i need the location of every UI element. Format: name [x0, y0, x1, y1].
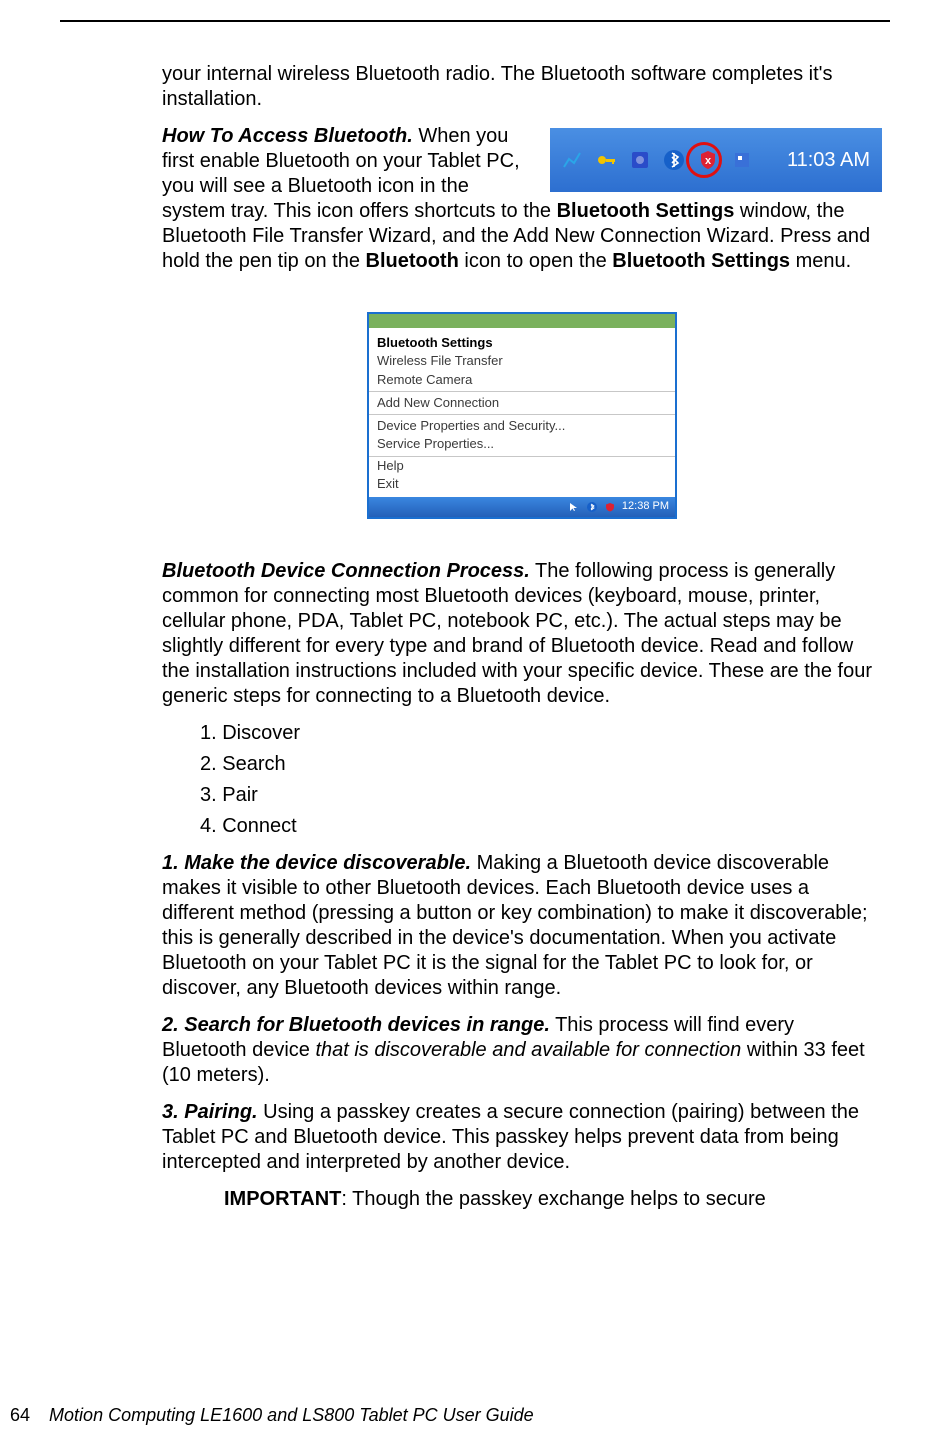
- important-paragraph: IMPORTANT: Though the passkey exchange h…: [224, 1187, 882, 1212]
- systray-screenshot: x 11:03 AM: [550, 128, 882, 192]
- menu-item-devprops: Device Properties and Security...: [369, 417, 675, 435]
- howto-text4: menu.: [790, 250, 851, 272]
- intro-continuation: your internal wireless Bluetooth radio. …: [162, 62, 882, 112]
- svg-text:x: x: [705, 155, 712, 167]
- step-discover: 1. Discover: [200, 721, 882, 746]
- howto-bold1: Bluetooth Settings: [557, 200, 735, 222]
- step-pair: 3. Pair: [200, 783, 882, 808]
- menu-item-exit: Exit: [369, 475, 675, 493]
- system-tray: x 11:03 AM: [550, 128, 882, 192]
- menu-clock: 12:38 PM: [622, 500, 669, 514]
- step3-paragraph: 3. Pairing. Using a passkey creates a se…: [162, 1100, 882, 1175]
- menu-item-settings: Bluetooth Settings: [369, 334, 675, 352]
- howto-text3: icon to open the: [459, 250, 612, 272]
- context-menu-screenshot: Bluetooth Settings Wireless File Transfe…: [162, 312, 882, 519]
- menu-item-add: Add New Connection: [369, 394, 675, 412]
- process-text: The following process is generally commo…: [162, 560, 872, 707]
- fw-icon: [728, 146, 756, 174]
- menu-item-svcprops: Service Properties...: [369, 435, 675, 453]
- book-title: Motion Computing LE1600 and LS800 Tablet…: [49, 1405, 534, 1425]
- page-footer: 64 Motion Computing LE1600 and LS800 Tab…: [10, 1405, 534, 1426]
- steps-list: 1. Discover 2. Search 3. Pair 4. Connect: [200, 721, 882, 839]
- page-content: your internal wireless Bluetooth radio. …: [162, 62, 882, 1212]
- step3-heading: 3. Pairing.: [162, 1101, 258, 1123]
- mini-bluetooth-icon: [586, 501, 598, 513]
- process-paragraph: Bluetooth Device Connection Process. The…: [162, 559, 882, 709]
- menu-body: Bluetooth Settings Wireless File Transfe…: [369, 328, 675, 497]
- tray-clock: 11:03 AM: [787, 148, 870, 173]
- page-number: 64: [10, 1405, 30, 1425]
- step1-paragraph: 1. Make the device discoverable. Making …: [162, 851, 882, 1001]
- menu-top-band: [369, 314, 675, 328]
- menu-item-camera: Remote Camera: [369, 371, 675, 389]
- step-search: 2. Search: [200, 752, 882, 777]
- network-icon: [558, 146, 586, 174]
- mini-shield-icon: [604, 501, 616, 513]
- square-icon: [626, 146, 654, 174]
- important-text: : Though the passkey exchange helps to s…: [341, 1188, 765, 1210]
- howto-heading: How To Access Bluetooth.: [162, 125, 413, 147]
- important-label: IMPORTANT: [224, 1188, 341, 1210]
- step1-text: Making a Bluetooth device discoverable m…: [162, 852, 868, 999]
- menu-taskbar: 12:38 PM: [369, 497, 675, 517]
- step-connect: 4. Connect: [200, 814, 882, 839]
- step3-text: Using a passkey creates a secure connect…: [162, 1101, 859, 1173]
- step1-heading: 1. Make the device discoverable.: [162, 852, 471, 874]
- horizontal-rule: [60, 20, 890, 22]
- process-heading: Bluetooth Device Connection Process.: [162, 560, 530, 582]
- step2-italic: that is discoverable and available for c…: [315, 1039, 741, 1061]
- menu-item-help: Help: [369, 457, 675, 475]
- howto-bold2: Bluetooth: [366, 250, 459, 272]
- howto-bold3: Bluetooth Settings: [612, 250, 790, 272]
- step2-paragraph: 2. Search for Bluetooth devices in range…: [162, 1013, 882, 1088]
- bluetooth-icon: [660, 146, 688, 174]
- context-menu: Bluetooth Settings Wireless File Transfe…: [367, 312, 677, 519]
- key-icon: [592, 146, 620, 174]
- menu-item-wft: Wireless File Transfer: [369, 352, 675, 370]
- howto-paragraph: x 11:03 AM How To Access Bluetooth. When…: [162, 124, 882, 274]
- mini-cursor-icon: [568, 501, 580, 513]
- step2-heading: 2. Search for Bluetooth devices in range…: [162, 1014, 550, 1036]
- shield-icon: x: [694, 146, 722, 174]
